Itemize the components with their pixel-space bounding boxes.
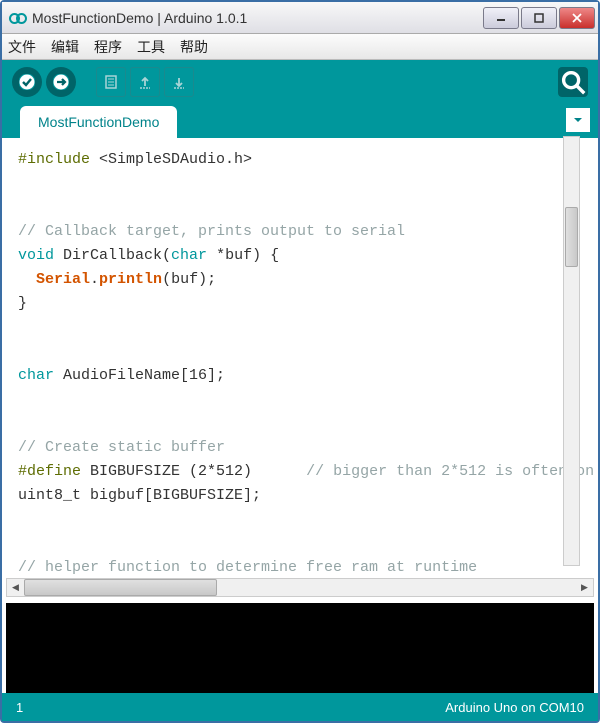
statusbar: 1 Arduino Uno on COM10 (2, 693, 598, 721)
open-button[interactable] (130, 67, 160, 97)
status-line-number: 1 (16, 700, 23, 715)
code-token: #include (18, 151, 90, 168)
code-token: *buf) { (207, 247, 279, 264)
save-button[interactable] (164, 67, 194, 97)
verify-button[interactable] (12, 67, 42, 97)
maximize-button[interactable] (521, 7, 557, 29)
window-title: MostFunctionDemo | Arduino 1.0.1 (32, 10, 482, 26)
code-token: char (171, 247, 207, 264)
serial-monitor-button[interactable] (558, 67, 588, 97)
vscroll-thumb[interactable] (565, 207, 578, 267)
scroll-right-arrow[interactable]: ▶ (576, 579, 593, 596)
code-token: DirCallback( (54, 247, 171, 264)
horizontal-scrollbar[interactable]: ◀ ▶ (6, 578, 594, 597)
arduino-icon (10, 10, 26, 26)
minimize-button[interactable] (483, 7, 519, 29)
code-token: char (18, 367, 54, 384)
toolbar (2, 60, 598, 104)
code-token: uint8_t bigbuf[BIGBUFSIZE]; (18, 487, 261, 504)
code-token: . (90, 271, 99, 288)
vertical-scrollbar[interactable] (563, 136, 580, 566)
code-token: // helper function to determine free ram… (18, 559, 477, 576)
code-token: BIGBUFSIZE (2*512) (81, 463, 306, 480)
tabbar: MostFunctionDemo (2, 104, 598, 138)
code-token: // Create static buffer (18, 439, 225, 456)
scroll-thumb[interactable] (24, 579, 217, 596)
code-editor[interactable]: #include <SimpleSDAudio.h> // Callback t… (6, 142, 594, 576)
close-button[interactable] (559, 7, 595, 29)
code-token: // bigger than 2*512 is often only possi… (306, 463, 594, 480)
code-token: #define (18, 463, 81, 480)
new-button[interactable] (96, 67, 126, 97)
menu-sketch[interactable]: 程序 (94, 37, 122, 57)
code-token: // Callback target, prints output to ser… (18, 223, 405, 240)
menu-edit[interactable]: 编辑 (51, 37, 79, 57)
code-token: void (18, 247, 54, 264)
status-board: Arduino Uno on COM10 (445, 700, 584, 715)
scroll-track[interactable] (24, 579, 576, 596)
code-token (18, 271, 36, 288)
scroll-left-arrow[interactable]: ◀ (7, 579, 24, 596)
upload-button[interactable] (46, 67, 76, 97)
titlebar: MostFunctionDemo | Arduino 1.0.1 (2, 2, 598, 34)
code-token: (buf); (162, 271, 216, 288)
menu-tools[interactable]: 工具 (137, 37, 165, 57)
code-token: Serial (36, 271, 90, 288)
menu-help[interactable]: 帮助 (180, 37, 208, 57)
code-token: println (99, 271, 162, 288)
code-token: } (18, 295, 27, 312)
menu-file[interactable]: 文件 (8, 37, 36, 57)
editor-area: #include <SimpleSDAudio.h> // Callback t… (2, 138, 598, 693)
tab-mostfunctiondemo[interactable]: MostFunctionDemo (20, 106, 177, 138)
tab-menu-dropdown[interactable] (566, 108, 590, 132)
code-token: AudioFileName[16]; (54, 367, 225, 384)
code-token: <SimpleSDAudio.h> (90, 151, 252, 168)
console-output (6, 603, 594, 693)
menubar: 文件 编辑 程序 工具 帮助 (2, 34, 598, 60)
